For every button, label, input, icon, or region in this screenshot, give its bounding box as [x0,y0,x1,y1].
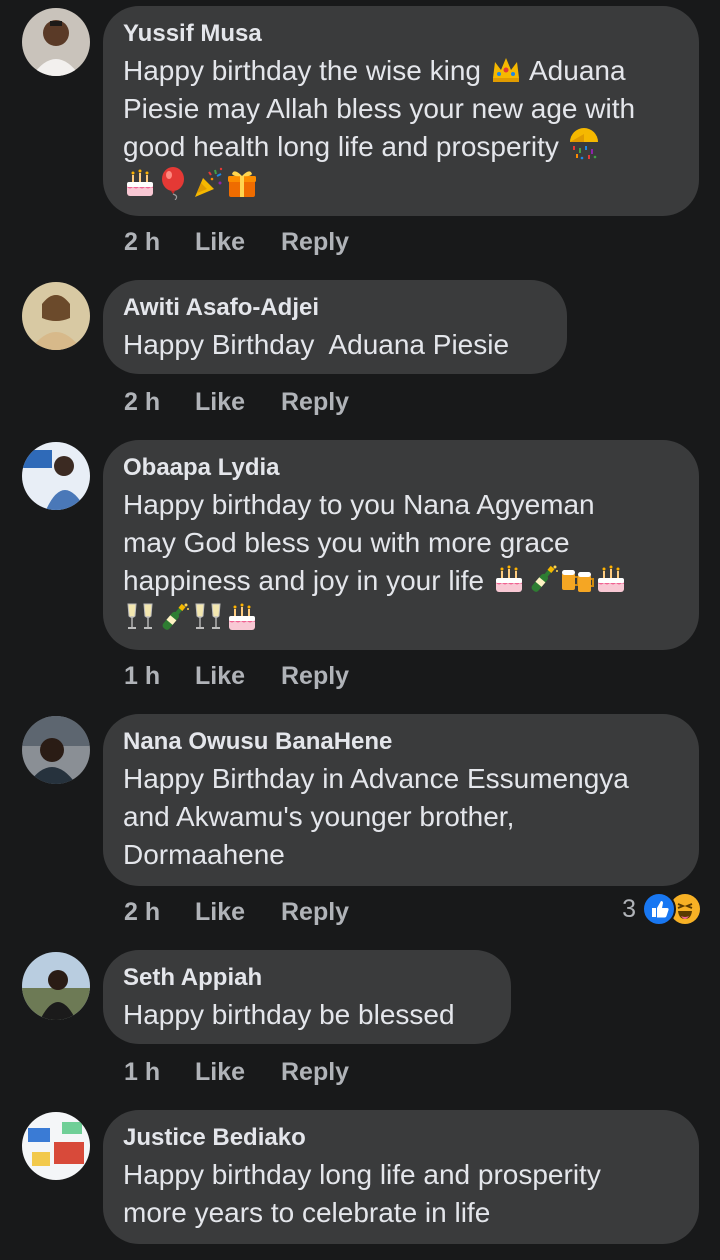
avatar[interactable] [22,8,90,76]
like-reaction-icon [642,892,676,926]
comment-text: Happy Birthday in Advance Essumengya and… [123,760,679,874]
comment-author[interactable]: Nana Owusu BanaHene [123,728,679,756]
like-button[interactable]: Like [195,1055,245,1089]
comment-author[interactable]: Justice Bediako [123,1124,679,1152]
reply-button[interactable]: Reply [281,385,349,419]
comment-text: Happy birthday be blessed [123,996,491,1034]
like-button[interactable]: Like [195,895,245,929]
avatar[interactable] [22,1112,90,1180]
comment-text: Happy birthday the wise king Aduana Pies… [123,52,679,204]
birthday-cake-icon [594,562,628,596]
comment-text-line: Happy birthday be blessed [123,999,455,1030]
like-button[interactable]: Like [195,385,245,419]
comment-text-line: more years to celebrate in life [123,1197,491,1228]
comment-text-line: Piesie may Allah bless your new age with [123,93,636,124]
comment-bubble: Awiti Asafo-Adjei Happy Birthday Aduana … [103,280,567,374]
comment-text: Happy Birthday Aduana Piesie [123,326,547,364]
clinking-glasses-icon [191,600,225,634]
gift-icon [225,166,259,200]
comment-text-line: Happy birthday long life and prosperity [123,1159,601,1190]
comment-text-line: Happy birthday the wise king [123,55,481,86]
comment-text-line: Happy Birthday in Advance Essumengya [123,763,629,794]
comment-timestamp[interactable]: 1 h [124,1055,160,1089]
reply-button[interactable]: Reply [281,225,349,259]
clinking-glasses-icon [123,600,157,634]
like-button[interactable]: Like [195,225,245,259]
reaction-summary[interactable]: 3 [622,892,700,926]
comment-text-line: Aduana [529,55,626,86]
birthday-cake-icon [492,562,526,596]
comment-timestamp[interactable]: 2 h [124,895,160,929]
like-button[interactable]: Like [195,659,245,693]
comment-bubble: Obaapa Lydia Happy birthday to you Nana … [103,440,699,650]
comment-bubble: Nana Owusu BanaHene Happy Birthday in Ad… [103,714,699,886]
champagne-bottle-icon [526,562,560,596]
comment-text-line: Dormaahene [123,839,285,870]
comment-text-line: happiness and joy in your life [123,565,485,596]
comment-timestamp[interactable]: 2 h [124,225,160,259]
comment-author[interactable]: Obaapa Lydia [123,454,679,482]
balloon-icon [157,166,191,200]
comment-text-line: and Akwamu's younger brother, [123,801,515,832]
comment-text: Happy birthday to you Nana Agyeman may G… [123,486,679,638]
comment-author[interactable]: Seth Appiah [123,964,491,992]
avatar[interactable] [22,716,90,784]
avatar[interactable] [22,442,90,510]
comment-bubble: Yussif Musa Happy birthday the wise king… [103,6,699,216]
avatar[interactable] [22,952,90,1020]
crown-icon [489,52,523,86]
champagne-bottle-icon [157,600,191,634]
comment-author[interactable]: Awiti Asafo-Adjei [123,294,547,322]
comment-text-line: may God bless you with more grace [123,527,570,558]
comment-text: Happy birthday long life and prosperity … [123,1156,679,1232]
comment-timestamp[interactable]: 1 h [124,659,160,693]
comment-author[interactable]: Yussif Musa [123,20,679,48]
reply-button[interactable]: Reply [281,1055,349,1089]
comment-timestamp[interactable]: 2 h [124,385,160,419]
comment-text-line: Happy Birthday Aduana Piesie [123,329,510,360]
birthday-cake-icon [225,600,259,634]
reply-button[interactable]: Reply [281,659,349,693]
avatar[interactable] [22,282,90,350]
comment-bubble: Seth Appiah Happy birthday be blessed [103,950,511,1044]
confetti-ball-icon [567,128,601,162]
party-popper-icon [191,166,225,200]
reaction-count: 3 [622,894,636,923]
comment-text-line: good health long life and prosperity [123,131,559,162]
beer-mugs-icon [560,562,594,596]
comment-text-line: Happy birthday to you Nana Agyeman [123,489,595,520]
birthday-cake-icon [123,166,157,200]
reply-button[interactable]: Reply [281,895,349,929]
comment-bubble: Justice Bediako Happy birthday long life… [103,1110,699,1244]
